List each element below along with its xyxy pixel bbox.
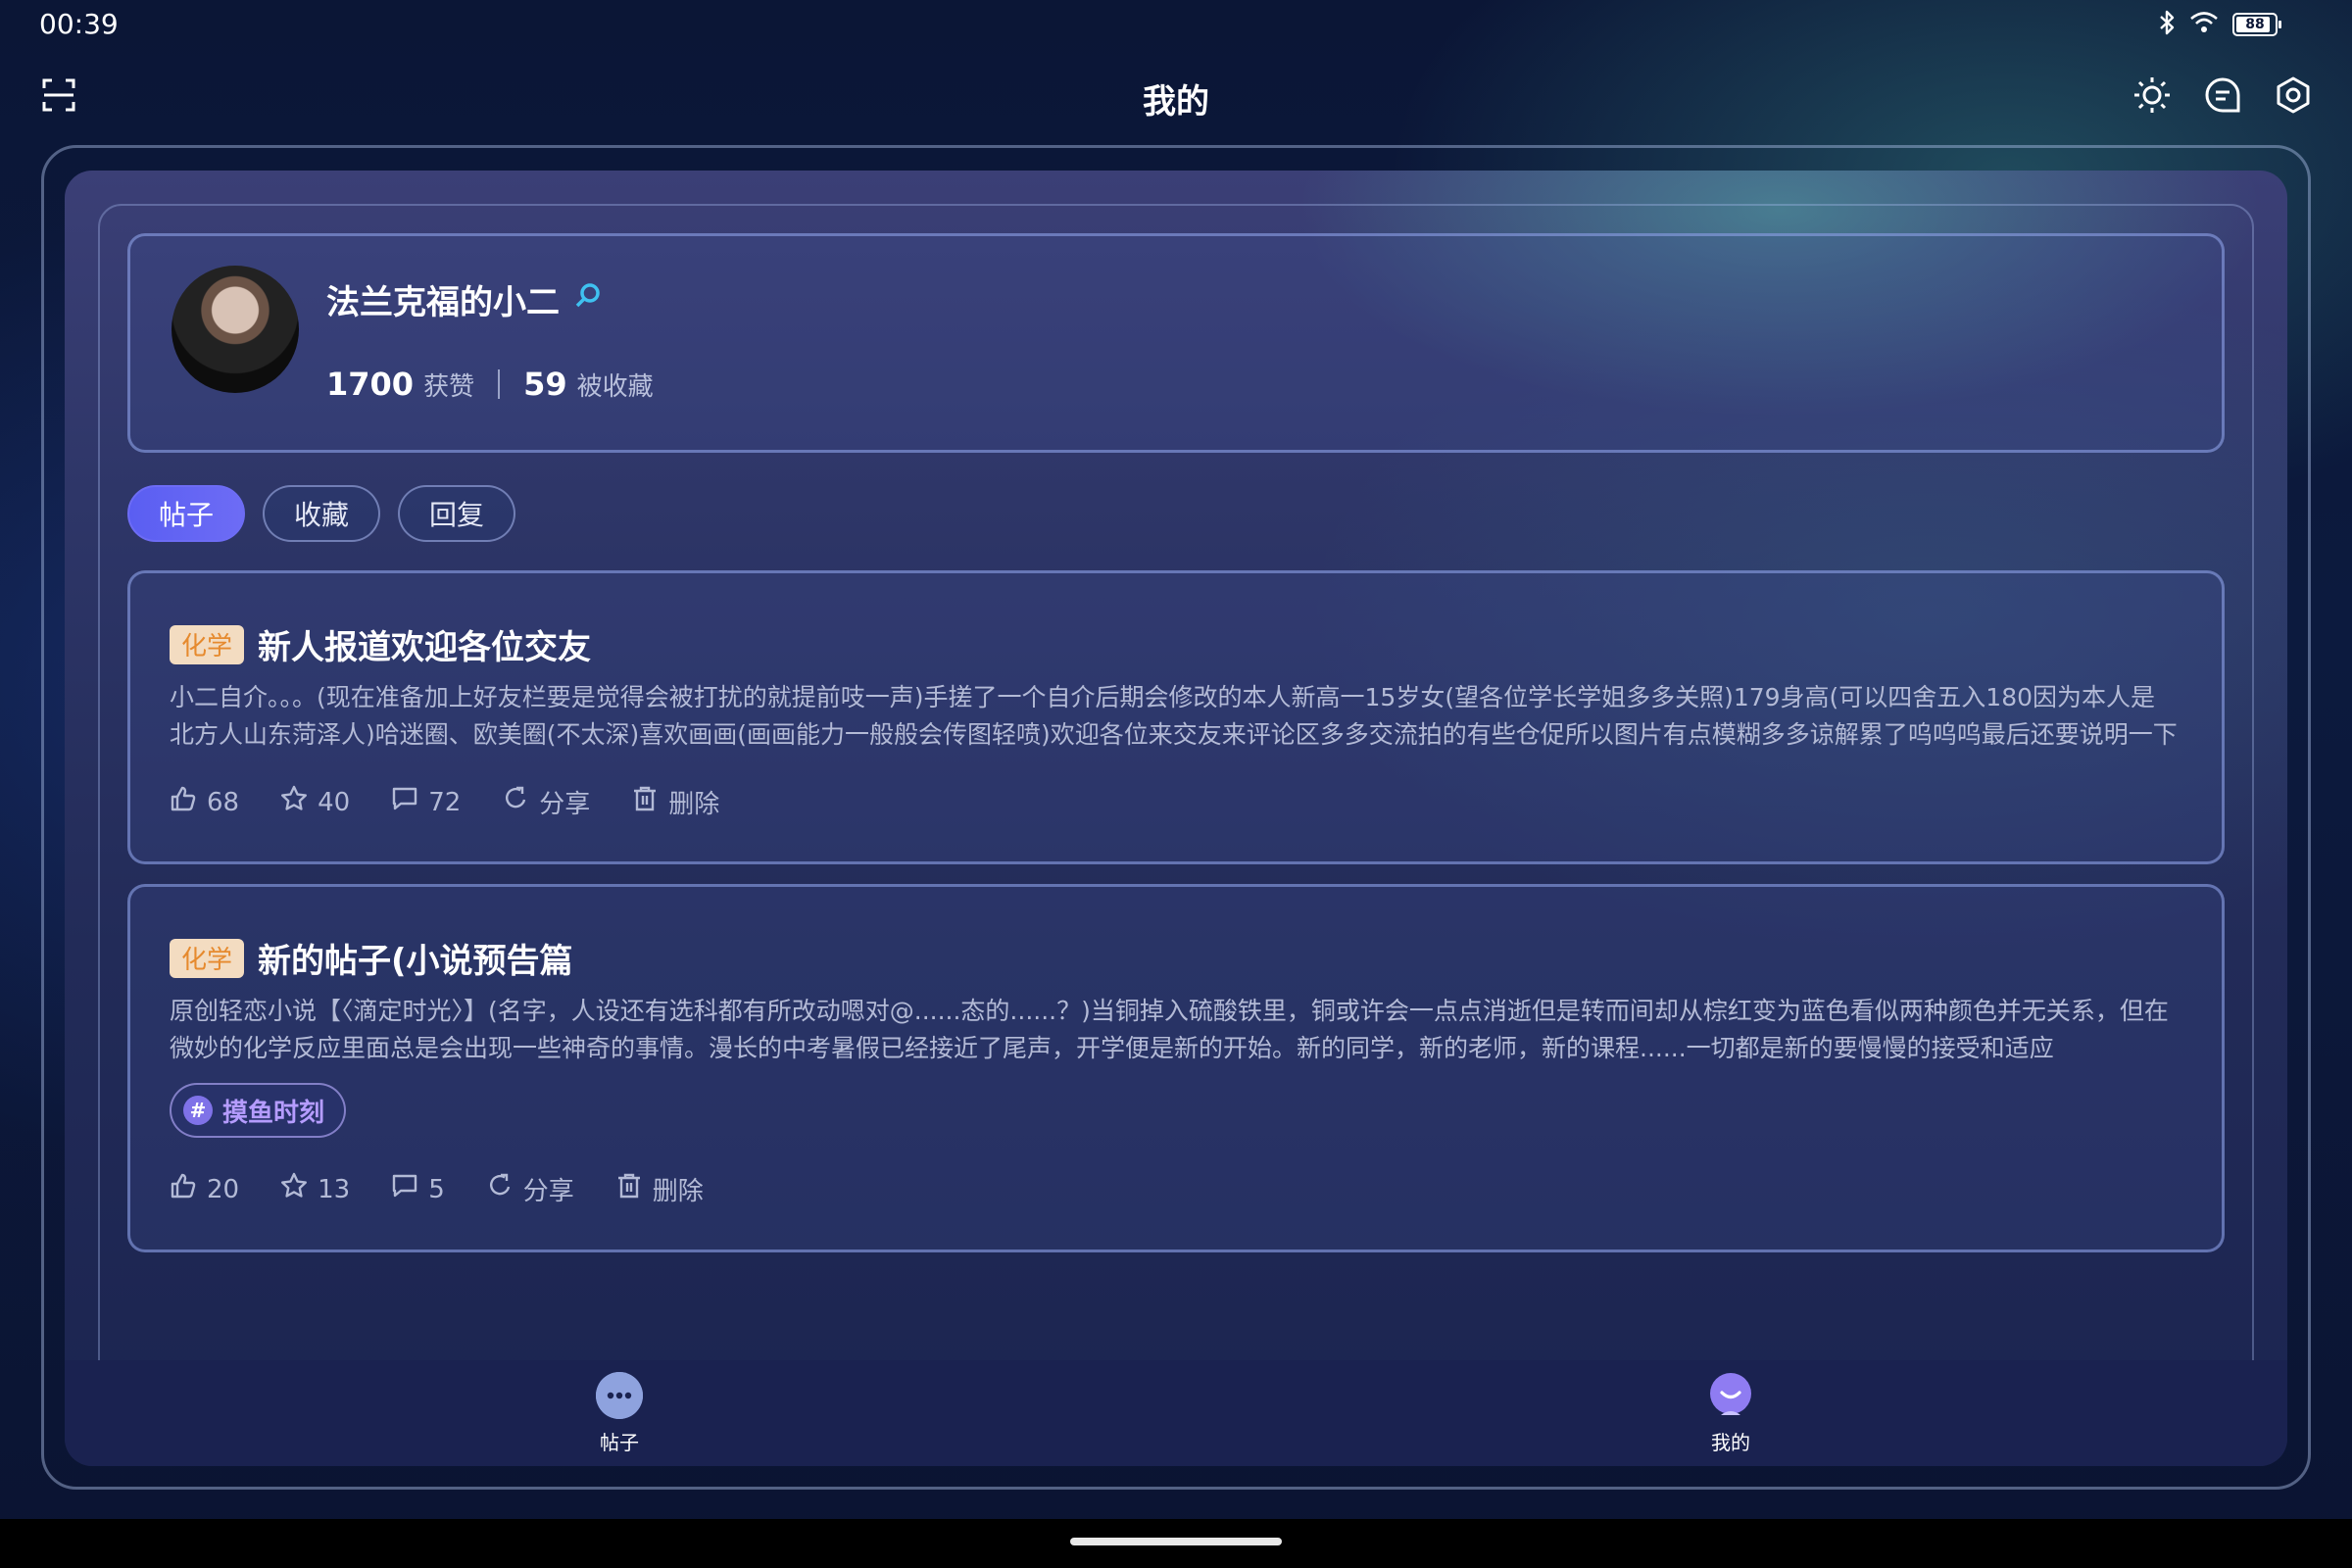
like-button[interactable]: 68 — [170, 785, 239, 819]
comment-icon — [391, 785, 418, 819]
trash-icon — [631, 785, 659, 819]
home-indicator[interactable] — [1070, 1538, 1282, 1545]
search-icon[interactable] — [573, 280, 603, 319]
post-header: 化学 新人报道欢迎各位交友 — [170, 620, 591, 668]
comment-icon — [391, 1172, 418, 1206]
share-icon — [486, 1172, 514, 1206]
share-button[interactable]: 分享 — [502, 784, 590, 820]
page-title: 我的 — [1143, 82, 1209, 122]
title-bar: 我的 — [0, 59, 2352, 137]
post-tag: 化学 — [170, 938, 245, 978]
settings-icon[interactable] — [2269, 71, 2318, 120]
thumbs-up-icon — [170, 785, 197, 819]
like-button[interactable]: 20 — [170, 1172, 239, 1206]
chat-icon[interactable] — [2198, 71, 2247, 120]
sun-icon[interactable] — [2128, 71, 2177, 120]
topic-chip[interactable]: # 摸鱼时刻 — [170, 1083, 347, 1138]
post-title[interactable]: 新的帖子(小说预告篇 — [258, 934, 573, 982]
post-body: 小二自介。。。(现在准备加上好友栏要是觉得会被打扰的就提前吱一声)手搓了一个自介… — [170, 683, 2178, 749]
status-icons: 88 — [2158, 10, 2281, 39]
share-button[interactable]: 分享 — [486, 1171, 574, 1207]
favorited-label: 被收藏 — [576, 371, 654, 402]
share-label: 分享 — [522, 1177, 574, 1206]
post-card[interactable]: 化学 新人报道欢迎各位交友 小二自介。。。(现在准备加上好友栏要是觉得会被打扰的… — [127, 570, 2225, 864]
post-title[interactable]: 新人报道欢迎各位交友 — [258, 620, 591, 668]
star-icon — [280, 785, 308, 819]
username: 法兰克福的小二 — [326, 283, 560, 322]
nav-label-mine: 我的 — [1711, 1431, 1750, 1454]
status-time: 00:39 — [39, 8, 119, 40]
star-button[interactable]: 40 — [280, 785, 350, 819]
comment-count: 5 — [428, 1174, 445, 1204]
likes-count: 1700 — [326, 366, 415, 403]
nav-label-posts: 帖子 — [600, 1431, 639, 1454]
bluetooth-icon — [2158, 10, 2176, 39]
star-icon — [280, 1172, 308, 1206]
posts-chat-icon — [596, 1372, 643, 1419]
comment-button[interactable]: 72 — [391, 785, 461, 819]
profile-smile-icon — [1707, 1372, 1754, 1419]
status-bar: 00:39 88 — [0, 0, 2352, 49]
content-tabs: 帖子 收藏 回复 — [127, 485, 516, 542]
tab-favorites[interactable]: 收藏 — [263, 485, 381, 542]
profile-stats: 1700 获赞 59 被收藏 — [326, 366, 654, 403]
nav-posts[interactable]: 帖子 — [561, 1372, 678, 1455]
post-actions: 20 13 5 分享 删除 — [170, 1171, 704, 1207]
comment-button[interactable]: 5 — [391, 1172, 445, 1206]
nav-mine[interactable]: 我的 — [1672, 1372, 1789, 1455]
post-tag: 化学 — [170, 624, 245, 664]
battery-level: 88 — [2245, 17, 2265, 32]
wifi-icon — [2189, 11, 2219, 38]
thumbs-up-icon — [170, 1172, 197, 1206]
delete-label: 删除 — [652, 1177, 704, 1206]
stats-divider — [498, 369, 501, 399]
tab-posts[interactable]: 帖子 — [127, 485, 246, 542]
share-label: 分享 — [539, 790, 591, 819]
post-actions: 68 40 72 分享 删除 — [170, 784, 719, 820]
profile-card: 法兰克福的小二 1700 获赞 59 被收藏 — [127, 233, 2225, 453]
star-count: 13 — [318, 1174, 351, 1204]
battery-icon: 88 — [2232, 13, 2281, 36]
comment-count: 72 — [428, 787, 462, 817]
username-row: 法兰克福的小二 — [326, 275, 603, 323]
delete-button[interactable]: 删除 — [615, 1171, 704, 1207]
trash-icon — [615, 1172, 643, 1206]
post-header: 化学 新的帖子(小说预告篇 — [170, 934, 573, 982]
bottom-nav: 帖子 我的 — [65, 1360, 2287, 1466]
delete-button[interactable]: 删除 — [631, 784, 719, 820]
tab-replies[interactable]: 回复 — [398, 485, 516, 542]
post-card[interactable]: 化学 新的帖子(小说预告篇 原创轻恋小说【〈滴定时光〉】(名字，人设还有选科都有… — [127, 884, 2225, 1252]
share-icon — [502, 785, 529, 819]
star-button[interactable]: 13 — [280, 1172, 350, 1206]
likes-label: 获赞 — [423, 371, 475, 402]
avatar[interactable] — [172, 266, 299, 393]
delete-label: 删除 — [668, 790, 720, 819]
like-count: 68 — [207, 787, 240, 817]
topic-label: 摸鱼时刻 — [222, 1098, 325, 1128]
post-body: 原创轻恋小说【〈滴定时光〉】(名字，人设还有选科都有所改动嗯对@......态的… — [170, 997, 2169, 1062]
star-count: 40 — [318, 787, 351, 817]
favorited-count: 59 — [523, 366, 567, 403]
like-count: 20 — [207, 1174, 240, 1204]
hashtag-icon: # — [183, 1096, 213, 1125]
